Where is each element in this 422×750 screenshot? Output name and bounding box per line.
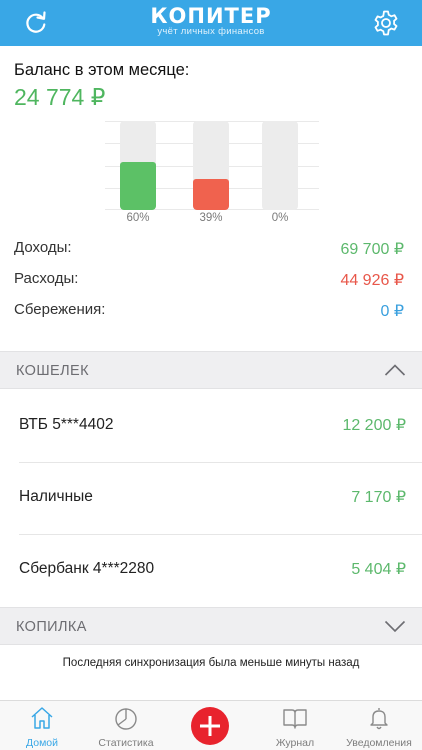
chart-bar — [120, 162, 156, 210]
chart-bar-label: 60% — [126, 212, 150, 224]
wallet-item-amount: 5 404 ₽ — [351, 561, 406, 578]
app-title: КОПИТЕР — [150, 4, 272, 28]
bell-icon — [370, 708, 388, 730]
expenses-row: Расходы: 44 926 ₽ — [14, 270, 404, 292]
wallet-item-name: ВТБ 5***4402 — [19, 416, 114, 433]
gear-icon — [374, 10, 398, 36]
wallet-item-name: Сбербанк 4***2280 — [19, 560, 155, 577]
balance-label: Баланс в этом месяце: — [14, 61, 190, 79]
piggy-section-header[interactable]: КОПИЛКА — [0, 607, 422, 645]
wallet-item-amount: 12 200 ₽ — [342, 417, 406, 434]
settings-button[interactable] — [369, 6, 403, 40]
savings-label: Сбережения: — [14, 301, 106, 318]
wallet-item[interactable]: ВТБ 5***4402 12 200 ₽ — [0, 391, 422, 462]
tab-journal[interactable]: Журнал — [253, 701, 337, 750]
home-icon — [31, 707, 53, 729]
wallet-item-amount: 7 170 ₽ — [351, 489, 406, 506]
book-icon — [283, 709, 307, 729]
pie-chart-icon — [115, 708, 137, 730]
income-row: Доходы: 69 700 ₽ — [14, 239, 404, 261]
chevron-down-icon — [384, 620, 406, 633]
chart-bar-track — [193, 121, 229, 210]
savings-row: Сбережения: 0 ₽ — [14, 301, 404, 323]
income-value: 69 700 ₽ — [340, 241, 404, 258]
app-logo: КОПИТЕР учёт личных финансов — [0, 4, 422, 37]
chart-bar-track — [120, 121, 156, 210]
tab-label: Статистика — [98, 737, 154, 749]
add-transaction-button[interactable] — [191, 707, 229, 745]
tab-label: Журнал — [275, 737, 315, 749]
tab-label: Уведомления — [346, 737, 412, 749]
wallet-item-name: Наличные — [19, 488, 93, 505]
chart-bar-label: 39% — [199, 212, 223, 224]
balance-bar-chart: 60% 39% 0% — [105, 121, 319, 224]
chevron-up-icon — [384, 364, 406, 376]
wallet-item[interactable]: Сбербанк 4***2280 5 404 ₽ — [0, 535, 422, 606]
piggy-section-title: КОПИЛКА — [16, 619, 87, 635]
app-subtitle: учёт личных финансов — [157, 26, 265, 37]
top-bar: КОПИТЕР учёт личных финансов — [0, 0, 422, 46]
plus-icon — [200, 716, 220, 736]
tab-statistics[interactable]: Статистика — [84, 701, 168, 750]
tab-label: Домой — [26, 737, 58, 749]
chart-bar-track — [262, 121, 298, 210]
expenses-value: 44 926 ₽ — [340, 272, 404, 289]
tab-notifications[interactable]: Уведомления — [337, 701, 421, 750]
chart-bar — [193, 179, 229, 210]
tab-home[interactable]: Домой — [0, 701, 84, 750]
chart-bar-label: 0% — [271, 212, 289, 224]
income-label: Доходы: — [14, 239, 72, 256]
wallet-section-title: КОШЕЛЕК — [16, 363, 89, 379]
savings-value: 0 ₽ — [380, 303, 404, 320]
wallet-section-header[interactable]: КОШЕЛЕК — [0, 351, 422, 389]
sync-status: Последняя синхронизация была меньше мину… — [62, 657, 360, 669]
wallet-item[interactable]: Наличные 7 170 ₽ — [0, 463, 422, 534]
balance-value: 24 774 ₽ — [14, 84, 106, 110]
expenses-label: Расходы: — [14, 270, 79, 287]
